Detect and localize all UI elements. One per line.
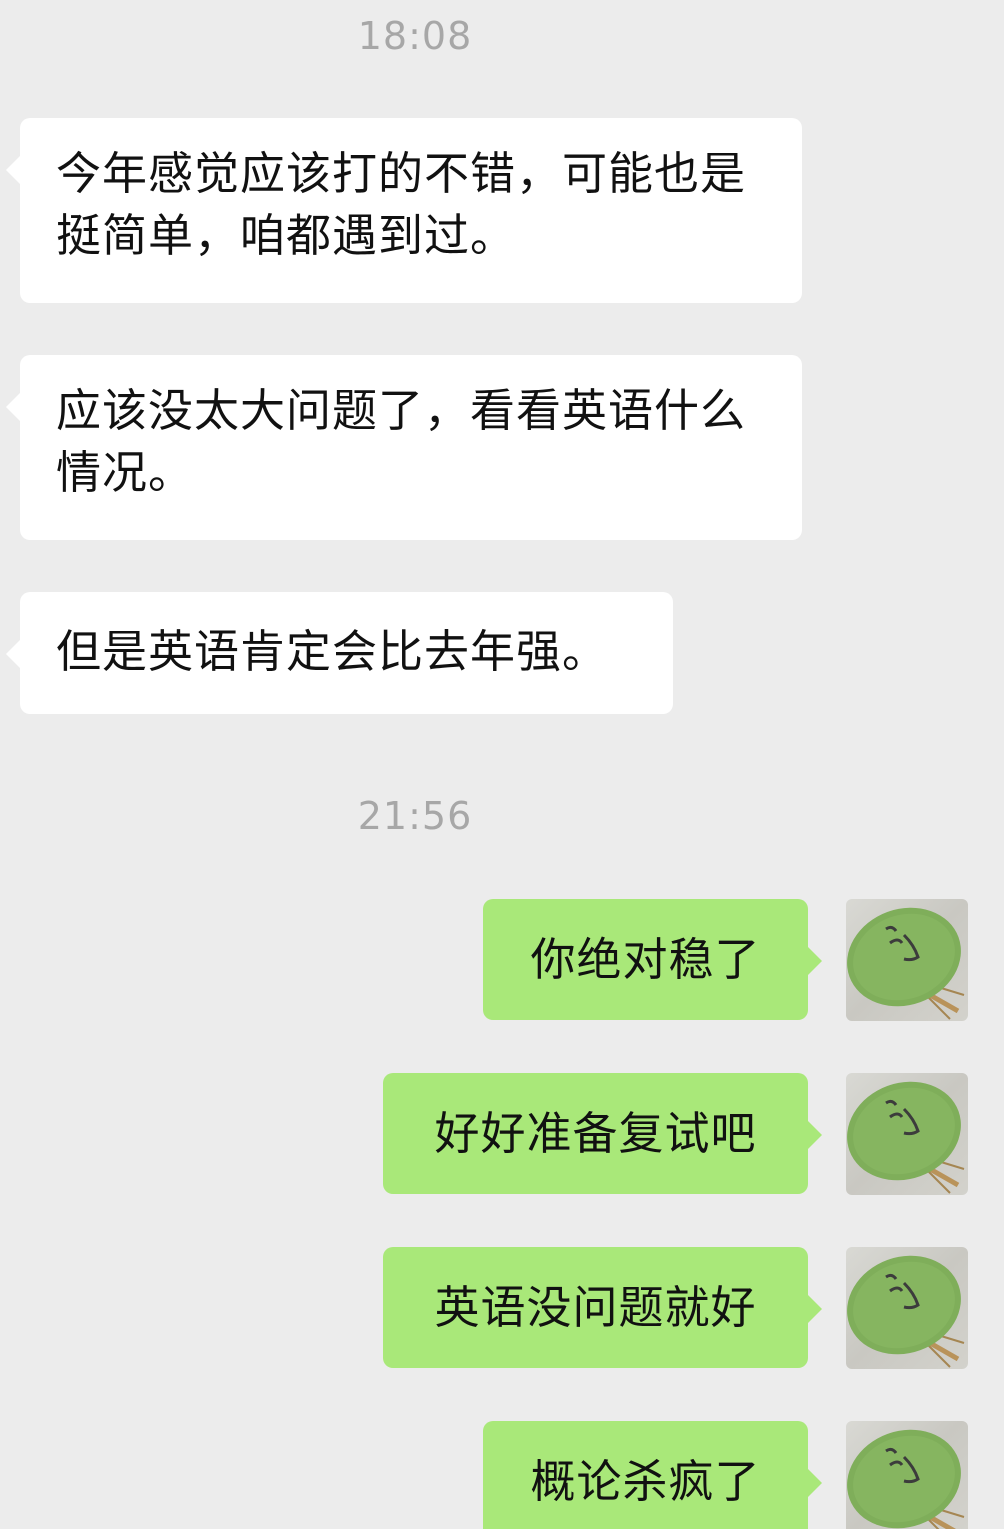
avatar[interactable] [846,1073,968,1195]
fan-avatar-icon [847,1255,965,1368]
avatar[interactable] [846,1247,968,1369]
outgoing-message[interactable]: 英语没问题就好 [383,1247,822,1368]
avatar[interactable] [846,899,968,1021]
timestamp: 21:56 [357,794,473,838]
bubble-tail [808,1295,822,1323]
message-text: 概论杀疯了 [530,1455,761,1508]
fan-avatar-icon [847,1429,965,1529]
bubble-tail [6,156,20,184]
message-text: 英语没问题就好 [434,1280,757,1334]
bubble-tail [808,1469,822,1497]
outgoing-message[interactable]: 好好准备复试吧 [383,1073,822,1194]
avatar[interactable] [846,1421,968,1529]
outgoing-message[interactable]: 你绝对稳了 [483,899,822,1020]
bubble-tail [808,1121,822,1149]
message-text: 今年感觉应该打的不错，可能也是挺简单，咱都遇到过。 [56,147,747,262]
incoming-message[interactable]: 应该没太大问题了，看看英语什么情况。 [6,355,802,540]
message-text: 你绝对稳了 [530,932,761,986]
incoming-message[interactable]: 但是英语肯定会比去年强。 [6,592,673,714]
incoming-message[interactable]: 今年感觉应该打的不错，可能也是挺简单，咱都遇到过。 [6,118,802,303]
fan-avatar-icon [847,1081,965,1194]
bubble-tail [6,393,20,421]
message-text: 但是英语肯定会比去年强。 [56,625,609,678]
bubble-tail [6,640,20,668]
bubble-tail [808,947,822,975]
outgoing-message[interactable]: 概论杀疯了 [483,1421,822,1529]
message-text: 好好准备复试吧 [434,1106,757,1160]
message-text: 应该没太大问题了，看看英语什么情况。 [56,384,747,499]
timestamp: 18:08 [357,14,473,58]
fan-avatar-icon [847,907,965,1020]
